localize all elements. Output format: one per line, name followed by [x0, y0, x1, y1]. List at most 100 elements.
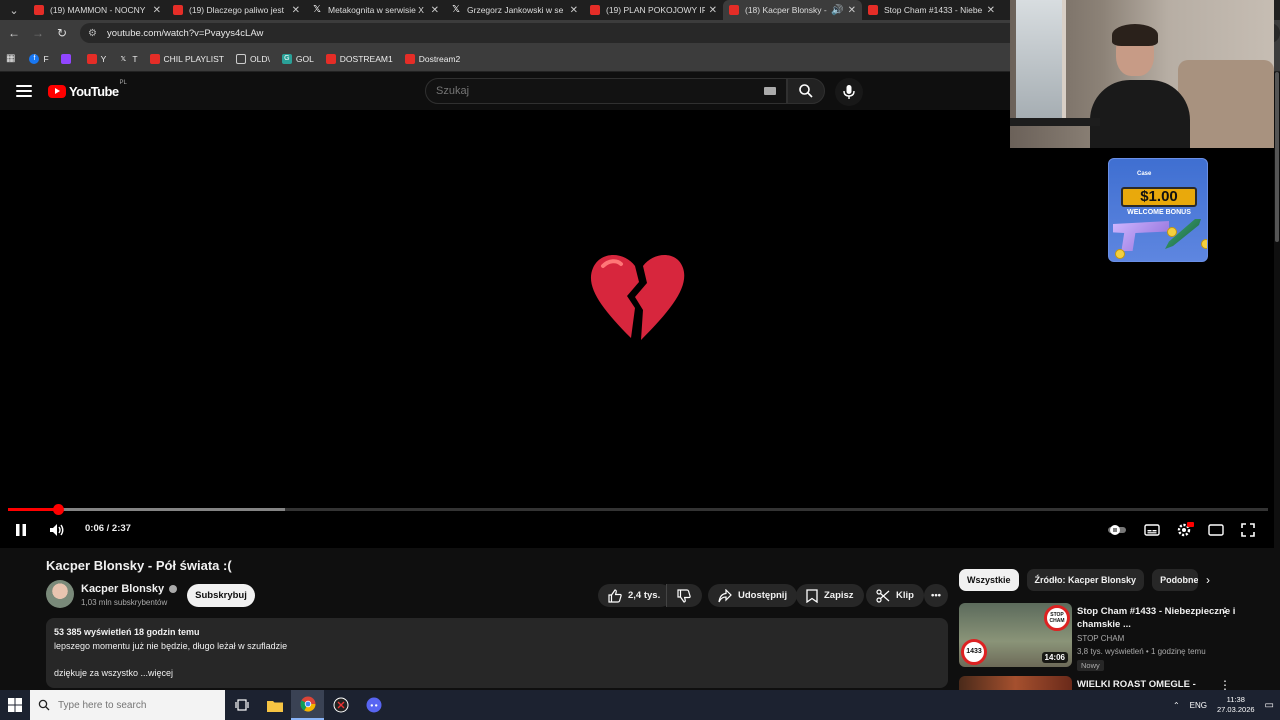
fullscreen-button[interactable]	[1239, 522, 1257, 538]
bookmark-youtube[interactable]: Y	[86, 53, 106, 64]
bookmark-twitch[interactable]	[60, 53, 75, 64]
close-icon[interactable]: ✕	[709, 5, 717, 16]
browser-tab[interactable]: Stop Cham #1433 - Niebe ✕	[862, 0, 1001, 20]
autoplay-toggle-icon	[1108, 525, 1126, 535]
file-explorer-button[interactable]	[258, 690, 291, 720]
browser-tab[interactable]: (19) Dlaczego paliwo jest ✕	[167, 0, 306, 20]
chip-similar[interactable]: Podobne	[1152, 569, 1199, 591]
search-box[interactable]	[425, 78, 787, 104]
channel-avatar[interactable]	[46, 580, 74, 608]
pause-button[interactable]	[14, 522, 28, 538]
browser-tab-active[interactable]: (18) Kacper Blonsky - 🔊 ✕	[723, 0, 862, 20]
subtitles-button[interactable]	[1143, 522, 1161, 538]
forward-arrow-icon[interactable]: →	[26, 26, 50, 40]
more-vertical-icon[interactable]: ⋮	[1219, 678, 1231, 690]
browser-tab[interactable]: (19) MAMMON - NOCNY ✕	[28, 0, 167, 20]
share-button[interactable]: Udostępnij	[708, 584, 798, 607]
close-icon[interactable]: ✕	[431, 5, 439, 16]
search-button[interactable]	[787, 78, 825, 104]
chip-source[interactable]: Źródło: Kacper Blonsky	[1026, 569, 1145, 591]
bookmark-dostream2[interactable]: Dostream2	[404, 53, 460, 64]
discord-taskbar-button[interactable]	[357, 690, 390, 720]
site-info-icon[interactable]: ⚙	[88, 28, 97, 39]
channel-name-row[interactable]: Kacper Blonsky	[81, 583, 178, 595]
close-icon[interactable]: ✕	[153, 5, 161, 16]
system-clock[interactable]: 11:38 27.03.2026	[1217, 695, 1255, 715]
bookmark-facebook[interactable]: fF	[29, 53, 49, 64]
page-scrollbar[interactable]	[1274, 72, 1280, 690]
reload-icon[interactable]: ↻	[50, 26, 74, 40]
clip-button[interactable]: Klip	[866, 584, 924, 607]
search-input[interactable]	[436, 85, 764, 97]
progress-scrubber[interactable]	[53, 504, 65, 515]
sponsor-ad[interactable]: Case $1.00 WELCOME BONUS	[1108, 158, 1208, 262]
chip-all[interactable]: Wszystkie	[959, 569, 1019, 591]
browser-tab[interactable]: 𝕏 Metakognita w serwisie X ✕	[306, 0, 445, 20]
recommendation-item[interactable]: STOP CHAM 1433 14:06 Stop Cham #1433 - N…	[959, 603, 1264, 671]
save-button[interactable]: Zapisz	[796, 584, 864, 607]
recommendation-thumbnail[interactable]: STOP CHAM 1433 14:06	[959, 603, 1072, 667]
close-icon[interactable]: ✕	[848, 5, 856, 16]
fullscreen-icon	[1241, 523, 1255, 537]
keyboard-icon[interactable]	[764, 87, 776, 95]
chrome-taskbar-button[interactable]	[291, 690, 324, 720]
facebook-icon: f	[29, 53, 40, 64]
theater-mode-button[interactable]	[1207, 522, 1225, 538]
voice-search-button[interactable]	[835, 78, 863, 106]
coin-icon	[1167, 227, 1177, 237]
search-icon	[799, 84, 813, 98]
coin-icon	[1201, 239, 1207, 249]
input-language[interactable]: ENG	[1190, 701, 1207, 710]
video-player[interactable]: 0:06 / 2:37	[0, 110, 1274, 548]
ad-brand: Case	[1137, 171, 1152, 177]
more-actions-button[interactable]: •••	[924, 584, 948, 607]
mute-button[interactable]	[48, 522, 66, 538]
channel-name[interactable]: Kacper Blonsky	[81, 583, 164, 595]
autoplay-toggle[interactable]	[1106, 522, 1128, 538]
recommendation-channel[interactable]: STOP CHAM	[1077, 634, 1124, 643]
taskbar-search[interactable]	[30, 690, 225, 720]
task-view-button[interactable]	[225, 690, 258, 720]
browser-tab[interactable]: (19) PLAN POKOJOWY IR ✕	[584, 0, 723, 20]
recommendation-item[interactable]: WIELKI ROAST OMEGLE - ⋮	[959, 676, 1264, 690]
subscribe-button[interactable]: Subskrybuj	[187, 584, 255, 607]
speaker-icon[interactable]: 🔊	[831, 5, 843, 16]
recommendation-title[interactable]: WIELKI ROAST OMEGLE -	[1077, 678, 1242, 690]
close-icon[interactable]: ✕	[987, 5, 995, 16]
recommendation-title[interactable]: Stop Cham #1433 - Niebezpieczne i chamsk…	[1077, 605, 1242, 631]
like-button[interactable]: 2,4 tys.	[598, 584, 672, 607]
app-taskbar-button[interactable]	[324, 690, 357, 720]
close-icon[interactable]: ✕	[292, 5, 300, 16]
tab-title: (18) Kacper Blonsky -	[745, 5, 827, 15]
video-description[interactable]: 53 385 wyświetleń 18 godzin temu lepszeg…	[46, 618, 948, 688]
scrollbar-thumb[interactable]	[1275, 72, 1279, 242]
apps-grid-icon[interactable]: ▦	[6, 53, 15, 64]
description-line: lepszego momentu już nie będzie, długo l…	[54, 640, 288, 651]
close-icon[interactable]: ✕	[570, 5, 578, 16]
bookmark-folder-old[interactable]: OLD\	[236, 53, 270, 64]
bookmark-chil-playlist[interactable]: CHIL PLAYLIST	[149, 53, 224, 64]
bookmark-x[interactable]: 𝕏T	[118, 54, 138, 64]
youtube-logo[interactable]: YouTube PL	[48, 80, 127, 99]
bookmark-gol[interactable]: G GOL	[281, 53, 314, 64]
menu-icon[interactable]	[16, 85, 32, 97]
windows-logo-icon	[8, 698, 22, 712]
chevron-right-icon[interactable]: ›	[1206, 573, 1210, 587]
tray-overflow-chevron-icon[interactable]: ⌃	[1173, 701, 1180, 710]
recommendation-thumbnail[interactable]	[959, 676, 1072, 690]
browser-tab[interactable]: 𝕏 Grzegorz Jankowski w se ✕	[445, 0, 584, 20]
windows-start-button[interactable]	[0, 690, 30, 720]
progress-bar[interactable]	[8, 504, 1268, 515]
tab-search-chevron-icon[interactable]: ⌄	[0, 0, 28, 20]
video-title: Kacper Blonsky - Pół świata :(	[46, 558, 232, 573]
settings-button[interactable]	[1175, 522, 1195, 538]
description-line-more[interactable]: dziękuje za wszystko ...więcej	[54, 667, 940, 681]
notification-icon[interactable]: ▭	[1265, 700, 1274, 711]
x-icon: 𝕏	[120, 55, 127, 63]
dislike-button[interactable]	[666, 584, 702, 607]
taskbar-search-input[interactable]	[58, 699, 208, 711]
back-arrow-icon[interactable]: ←	[2, 26, 26, 40]
more-vertical-icon[interactable]: ⋮	[1219, 605, 1231, 619]
bookmark-dostream1[interactable]: DOSTREAM1	[325, 53, 393, 64]
x-icon: 𝕏	[312, 4, 322, 15]
